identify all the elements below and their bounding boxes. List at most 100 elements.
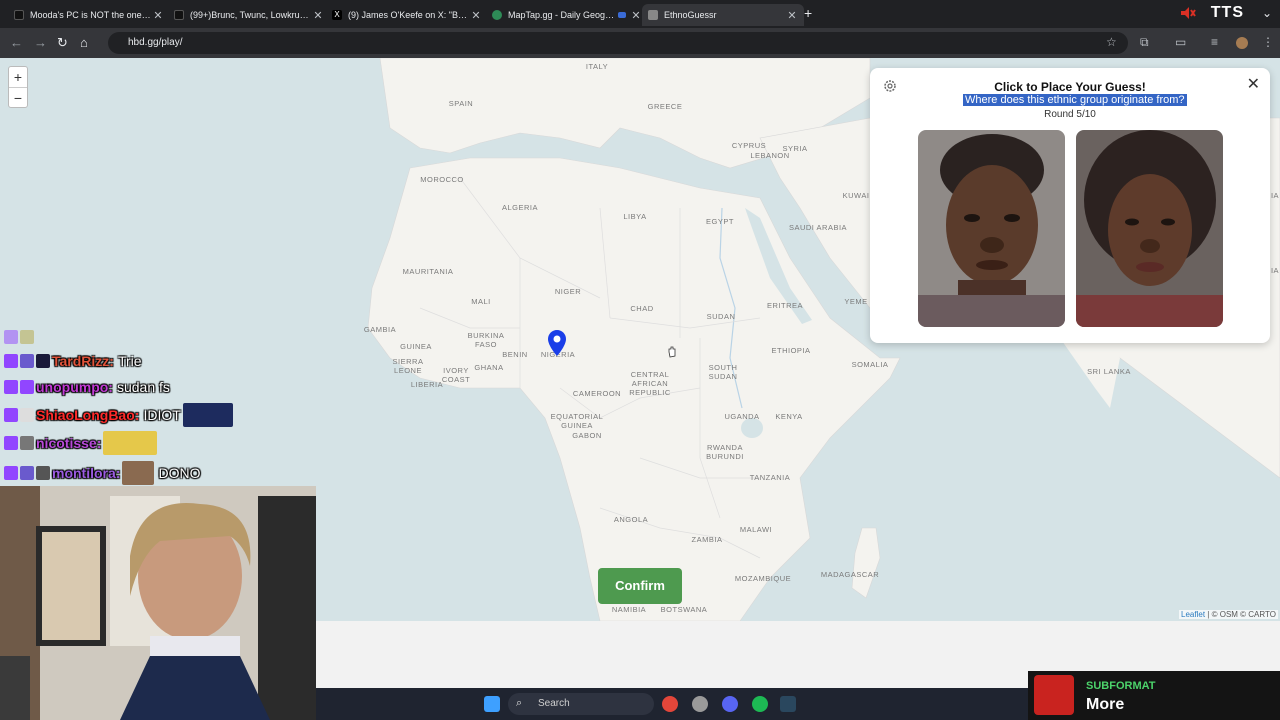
male-face-image	[918, 130, 1065, 327]
tab-1[interactable]: Mooda's PC is NOT the one we ✕	[8, 4, 170, 26]
forward-icon[interactable]: →	[34, 35, 47, 50]
back-icon[interactable]: ←	[10, 35, 23, 50]
home-icon[interactable]: ⌂	[80, 35, 88, 50]
close-tab-icon[interactable]: ✕	[786, 9, 798, 22]
taskbar-search[interactable]: Search	[508, 693, 654, 715]
country-label: IVORY COAST	[441, 366, 471, 384]
leaflet-link[interactable]: Leaflet	[1181, 610, 1205, 619]
emote-image	[103, 431, 158, 455]
window-controls-icon[interactable]: ⌄	[1262, 6, 1272, 20]
country-label: GUINEA	[400, 342, 432, 351]
map-attribution: Leaflet | © OSM © CARTO	[1179, 610, 1278, 619]
chat-text: IDIOT	[143, 407, 181, 423]
tab-4[interactable]: MapTap.gg - Daily Geograp ✕	[486, 4, 648, 26]
twitch-badge-icon	[4, 408, 18, 422]
sub-badge-icon	[36, 466, 50, 480]
muted-speaker-icon	[1181, 7, 1196, 19]
obs-icon[interactable]	[692, 696, 708, 712]
chat-username[interactable]: unopumpo:	[36, 379, 113, 395]
media-control-icon[interactable]: ≡	[1211, 35, 1218, 49]
country-label: ANGOLA	[613, 515, 649, 524]
tab-3[interactable]: X (9) James O'Keefe on X: "BREAK ✕	[326, 4, 488, 26]
bookmark-star-icon[interactable]: ☆	[1106, 35, 1117, 49]
tts-label: TTS	[1210, 4, 1244, 21]
country-label: GHANA	[474, 363, 504, 372]
zoom-control: + −	[8, 66, 28, 108]
close-tab-icon[interactable]: ✕	[152, 9, 164, 22]
extensions-icon[interactable]: ⧉	[1140, 35, 1149, 50]
tab-2[interactable]: (99+)Brunc, Twunc, Lowkrunc, L ✕	[168, 4, 330, 26]
country-label: MOROCCO	[420, 175, 464, 184]
country-label: YEME	[844, 297, 868, 306]
emote-image	[122, 461, 155, 485]
chat-message: TardRizz: Trie	[4, 349, 142, 373]
sub-badge-icon	[20, 408, 34, 422]
new-tab-button[interactable]: +	[804, 5, 812, 21]
close-tab-icon[interactable]: ✕	[470, 9, 482, 22]
emote-image	[182, 403, 233, 427]
url-field[interactable]: hbd.gg/play/	[108, 32, 1128, 54]
chat-username[interactable]: nicotisse:	[36, 435, 101, 451]
cast-icon[interactable]: ▭	[1175, 35, 1186, 49]
profile-avatar-icon[interactable]	[1236, 37, 1248, 49]
chat-text: Trie	[117, 353, 142, 369]
close-panel-button[interactable]: ✕	[1247, 74, 1260, 94]
country-label: UGANDA	[724, 412, 760, 421]
panel-title: Click to Place Your Guess!	[994, 80, 1146, 94]
menu-icon[interactable]: ⋮	[1262, 35, 1274, 49]
tiktok-icon	[14, 10, 24, 20]
sub-badge-icon	[20, 436, 34, 450]
country-label: ZAMBIA	[691, 535, 723, 544]
country-label: BOTSWANA	[660, 605, 708, 614]
country-label: MADAGASCAR	[820, 570, 880, 579]
steam-icon[interactable]	[780, 696, 796, 712]
chat-username[interactable]: ShiaoLongBao:	[36, 407, 139, 423]
chat-username[interactable]: TardRizz:	[52, 353, 114, 369]
chat-text: DONO	[158, 465, 201, 481]
country-label: IA	[1270, 266, 1280, 275]
taskbar-search-label: Search	[538, 698, 570, 709]
globe-icon	[648, 10, 658, 20]
close-tab-icon[interactable]: ✕	[630, 9, 642, 22]
spotify-icon[interactable]	[752, 696, 768, 712]
hand-cursor-icon	[668, 346, 676, 358]
tab-ethnoguessr[interactable]: EthnoGuessr ✕	[642, 4, 804, 26]
female-face-image	[1076, 130, 1223, 327]
browser-tab-bar: Mooda's PC is NOT the one we ✕ (99+)Brun…	[0, 0, 1280, 28]
search-icon: ⌕	[516, 697, 523, 709]
maptap-icon	[492, 10, 502, 20]
chrome-icon[interactable]	[662, 696, 678, 712]
country-label: TANZANIA	[749, 473, 791, 482]
zoom-out-button[interactable]: −	[9, 87, 27, 107]
country-label: GABON	[572, 431, 602, 440]
music-artist: SUBFORMAT	[1086, 680, 1156, 692]
chat-text: sudan fs	[116, 379, 170, 395]
country-label: LIBYA	[623, 212, 647, 221]
twitch-badge-icon	[4, 330, 18, 344]
discord-icon[interactable]	[722, 696, 738, 712]
country-label: ERITREA	[766, 301, 804, 310]
close-tab-icon[interactable]: ✕	[312, 9, 324, 22]
reload-icon[interactable]: ↻	[57, 35, 68, 51]
country-label: CENTRAL AFRICAN REPUBLIC	[629, 370, 671, 397]
confirm-button[interactable]: Confirm	[598, 568, 682, 604]
chat-message	[4, 325, 36, 349]
round-counter: Round 5/10	[1044, 109, 1096, 120]
country-label: CAMEROON	[572, 389, 622, 398]
now-playing-widget: SUBFORMAT More	[1028, 671, 1280, 720]
country-label: LEBANON	[750, 151, 790, 160]
map-marker-icon[interactable]	[548, 330, 566, 356]
music-track: More	[1086, 696, 1125, 713]
sub-badge-icon	[20, 330, 34, 344]
sub-badge-icon	[20, 466, 34, 480]
country-label: BENIN	[502, 350, 528, 359]
country-label: SOMALIA	[851, 360, 889, 369]
zoom-in-button[interactable]: +	[9, 67, 27, 87]
monstercat-logo-icon	[1034, 675, 1074, 715]
start-icon[interactable]	[484, 696, 500, 712]
sub-badge-icon	[20, 380, 34, 394]
chat-username[interactable]: montilora:	[52, 465, 120, 481]
country-label: LIBERIA	[410, 380, 444, 389]
country-label: NAMIBIA	[611, 605, 647, 614]
country-label: SRI LANKA	[1087, 367, 1131, 376]
